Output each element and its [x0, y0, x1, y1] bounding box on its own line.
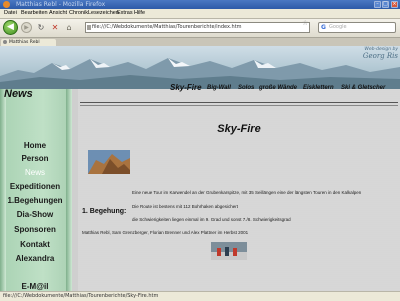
- tab-label: Matthias Rebl: [9, 40, 40, 45]
- sidebar-stripe-right: [66, 89, 72, 291]
- sidebar-item-dia-show[interactable]: Dia-Show: [6, 210, 64, 220]
- topnav-eisklettern[interactable]: Eisklettern: [303, 85, 334, 91]
- sidebar-item-begehungen[interactable]: 1.Begehungen: [6, 196, 64, 206]
- tab-strip: Matthias Rebl: [0, 38, 400, 46]
- maximize-icon[interactable]: □: [382, 1, 389, 8]
- article-paragraph-3: die Schwierigkeiten liegen einmal im 9. …: [132, 217, 291, 222]
- menu-lesezeichen[interactable]: Lesezeichen: [88, 9, 119, 18]
- reload-icon[interactable]: ↻: [36, 23, 46, 33]
- web-page: Web-design by Georg Ris Home Person News…: [0, 46, 400, 291]
- sidebar-item-kontakt[interactable]: Kontakt: [6, 240, 64, 250]
- search-engine-icon[interactable]: G: [321, 24, 326, 32]
- climbing-photo: [88, 150, 130, 174]
- search-placeholder: Google: [329, 24, 347, 30]
- home-icon[interactable]: ⌂: [64, 23, 74, 33]
- menu-extras[interactable]: Extras: [117, 9, 133, 18]
- search-box[interactable]: G Google: [318, 22, 396, 33]
- tab-active[interactable]: Matthias Rebl: [1, 39, 56, 46]
- divider-bottom: [80, 105, 398, 106]
- menu-hilfe[interactable]: Hilfe: [134, 9, 145, 18]
- article-paragraph-2: Die Route ist bestens mit 112 Bohrhaken …: [132, 204, 238, 209]
- topnav-solos[interactable]: Solos: [238, 85, 254, 91]
- menu-chronik[interactable]: Chronik: [69, 9, 88, 18]
- topnav-ski-gletscher[interactable]: Ski & Gletscher: [341, 85, 385, 91]
- firefox-icon: [3, 1, 10, 8]
- webdesign-signature: Georg Ris: [362, 52, 398, 60]
- window-title: Matthias Rebl - Mozilla Firefox: [16, 1, 106, 8]
- sidebar-item-home[interactable]: Home: [6, 141, 64, 151]
- sidebar-item-sponsoren[interactable]: Sponsoren: [6, 225, 64, 235]
- article-heading: Sky-Fire: [217, 123, 261, 135]
- first-ascent-text: Matthias Rebl, Sam Grenzberger, Florian …: [82, 230, 249, 235]
- topnav-big-wall[interactable]: Big-Wall: [207, 85, 231, 91]
- window-title-bar: Matthias Rebl - Mozilla Firefox – □ ×: [0, 0, 400, 9]
- webdesign-credit: Web-design by Georg Ris: [318, 47, 398, 60]
- minimize-icon[interactable]: –: [374, 1, 381, 8]
- section-title: News: [4, 88, 33, 100]
- menu-bar: Datei Bearbeiten Ansicht Chronik Lesezei…: [0, 9, 400, 19]
- tab-favicon-icon: [3, 40, 7, 44]
- sidebar-item-person[interactable]: Person: [6, 154, 64, 164]
- menu-bearbeiten[interactable]: Bearbeiten: [21, 9, 48, 18]
- back-arrow-icon[interactable]: ◀: [3, 20, 18, 35]
- first-ascent-title: 1. Begehung:: [82, 208, 127, 215]
- close-icon[interactable]: ×: [391, 1, 398, 8]
- article-paragraph-1: Eine neue Tour im Karwendel an der Grube…: [132, 190, 362, 195]
- topnav-sky-fire[interactable]: Sky-Fire: [170, 83, 202, 92]
- team-photo: [211, 242, 247, 260]
- bookmark-star-icon[interactable]: ☆: [302, 19, 308, 28]
- divider-top: [80, 102, 398, 103]
- sidebar-item-expeditionen[interactable]: Expeditionen: [6, 182, 64, 192]
- sidebar-item-alexandra[interactable]: Alexandra: [6, 254, 64, 264]
- topnav-grosse-waende[interactable]: große Wände: [259, 85, 297, 91]
- menu-datei[interactable]: Datei: [4, 9, 17, 18]
- sidebar-item-email[interactable]: E-M@il: [6, 282, 64, 291]
- address-url: file:///C:/Webdokumente/Matthias/Tourenb…: [92, 24, 242, 30]
- navigation-toolbar: ◀ ▶ ↻ ✕ ⌂ file:///C:/Webdokumente/Matthi…: [0, 19, 400, 38]
- forward-arrow-icon[interactable]: ▶: [21, 22, 32, 33]
- sidebar-item-news[interactable]: News: [6, 168, 64, 178]
- sidebar: Home Person News Expeditionen 1.Begehung…: [0, 89, 72, 291]
- page-icon: [87, 25, 91, 30]
- address-bar[interactable]: file:///C:/Webdokumente/Matthias/Tourenb…: [85, 22, 310, 33]
- stop-icon[interactable]: ✕: [50, 23, 60, 33]
- menu-ansicht[interactable]: Ansicht: [49, 9, 67, 18]
